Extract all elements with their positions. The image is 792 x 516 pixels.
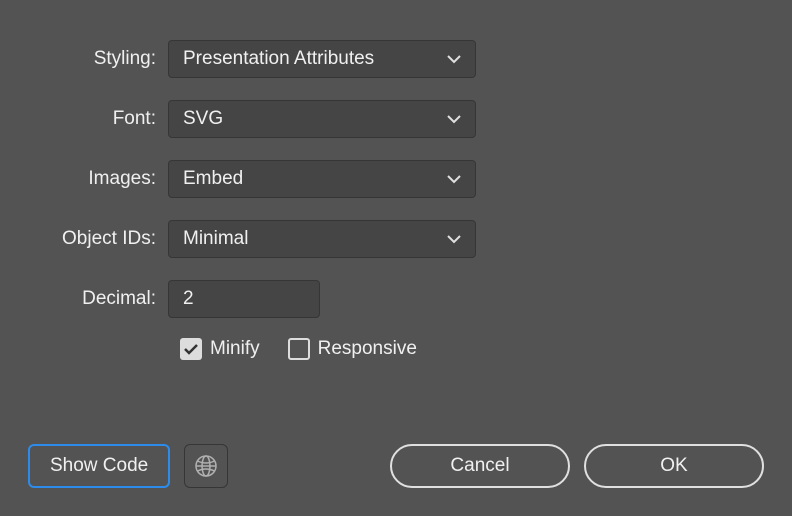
- button-row: Show Code Cancel OK: [28, 444, 764, 488]
- images-row: Images: Embed: [28, 160, 764, 198]
- font-dropdown[interactable]: SVG: [168, 100, 476, 138]
- checkbox-row: Minify Responsive: [180, 338, 764, 360]
- show-code-button[interactable]: Show Code: [28, 444, 170, 488]
- web-preview-button[interactable]: [184, 444, 228, 488]
- checkmark-icon: [184, 344, 198, 355]
- responsive-checkbox: [288, 338, 310, 360]
- show-code-label: Show Code: [50, 455, 148, 477]
- decimal-row: Decimal: 2: [28, 280, 764, 318]
- images-value: Embed: [183, 168, 243, 190]
- minify-checkbox-group[interactable]: Minify: [180, 338, 260, 360]
- responsive-checkbox-group[interactable]: Responsive: [288, 338, 417, 360]
- font-row: Font: SVG: [28, 100, 764, 138]
- cancel-button[interactable]: Cancel: [390, 444, 570, 488]
- right-buttons: Cancel OK: [390, 444, 764, 488]
- minify-label: Minify: [210, 338, 260, 360]
- font-value: SVG: [183, 108, 223, 130]
- chevron-down-icon: [447, 55, 461, 64]
- object-ids-dropdown[interactable]: Minimal: [168, 220, 476, 258]
- decimal-label: Decimal:: [28, 288, 168, 310]
- ok-button[interactable]: OK: [584, 444, 764, 488]
- font-label: Font:: [28, 108, 168, 130]
- styling-row: Styling: Presentation Attributes: [28, 40, 764, 78]
- chevron-down-icon: [447, 235, 461, 244]
- responsive-label: Responsive: [318, 338, 417, 360]
- chevron-down-icon: [447, 175, 461, 184]
- object-ids-value: Minimal: [183, 228, 248, 250]
- object-ids-row: Object IDs: Minimal: [28, 220, 764, 258]
- ok-label: OK: [660, 455, 687, 477]
- object-ids-label: Object IDs:: [28, 228, 168, 250]
- chevron-down-icon: [447, 115, 461, 124]
- globe-icon: [194, 454, 218, 478]
- left-buttons: Show Code: [28, 444, 228, 488]
- images-dropdown[interactable]: Embed: [168, 160, 476, 198]
- decimal-value: 2: [183, 288, 194, 310]
- decimal-input[interactable]: 2: [168, 280, 320, 318]
- minify-checkbox: [180, 338, 202, 360]
- cancel-label: Cancel: [450, 455, 509, 477]
- styling-label: Styling:: [28, 48, 168, 70]
- images-label: Images:: [28, 168, 168, 190]
- styling-dropdown[interactable]: Presentation Attributes: [168, 40, 476, 78]
- styling-value: Presentation Attributes: [183, 48, 374, 70]
